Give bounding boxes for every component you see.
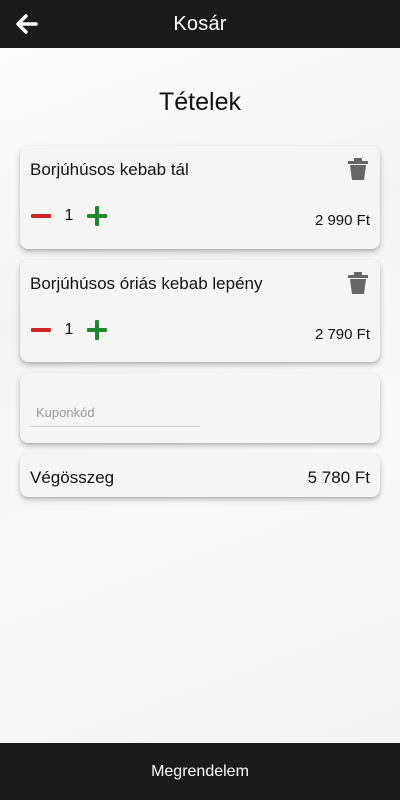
total-value: 5 780 Ft — [307, 468, 370, 487]
back-button[interactable] — [14, 12, 40, 36]
increase-quantity-button[interactable] — [86, 319, 108, 341]
page-title: Kosár — [173, 12, 227, 35]
coupon-card — [20, 373, 380, 443]
cart-item-card: Borjúhúsos kebab tál 1 2 990 Ft — [20, 146, 380, 249]
top-app-bar: Kosár — [0, 0, 400, 48]
item-name: Borjúhúsos óriás kebab lepény — [30, 274, 263, 293]
section-title: Tételek — [159, 88, 241, 116]
place-order-label: Megrendelem — [151, 762, 249, 780]
quantity-stepper: 1 — [30, 204, 108, 228]
total-label: Végösszeg — [30, 468, 115, 487]
place-order-button[interactable]: Megrendelem — [0, 743, 400, 800]
total-card: Végösszeg 5 780 Ft — [20, 454, 380, 497]
trash-icon — [348, 158, 368, 180]
arrow-left-icon — [16, 14, 38, 34]
cart-item-card: Borjúhúsos óriás kebab lepény 1 2 790 Ft — [20, 260, 380, 362]
item-name: Borjúhúsos kebab tál — [30, 160, 189, 179]
increase-quantity-button[interactable] — [86, 205, 108, 227]
delete-item-button[interactable] — [348, 158, 368, 180]
quantity-value: 1 — [64, 207, 74, 224]
decrease-quantity-button[interactable] — [30, 205, 52, 227]
quantity-value: 1 — [64, 321, 74, 338]
item-price: 2 990 Ft — [314, 212, 370, 229]
coupon-code-input[interactable] — [30, 399, 200, 427]
trash-icon — [348, 272, 368, 294]
decrease-quantity-button[interactable] — [30, 319, 52, 341]
delete-item-button[interactable] — [348, 272, 368, 294]
quantity-stepper: 1 — [30, 318, 108, 342]
item-price: 2 790 Ft — [314, 326, 370, 343]
